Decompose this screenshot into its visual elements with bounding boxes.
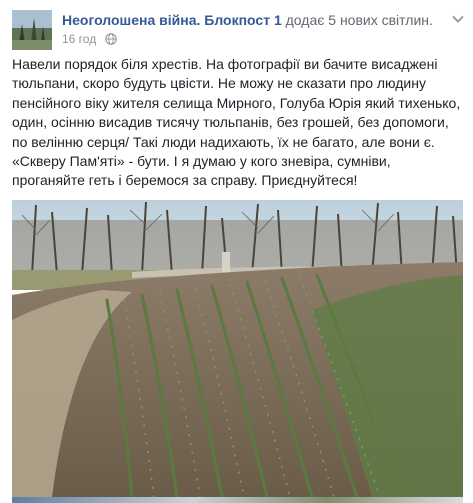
author-link[interactable]: Неоголошена війна. Блокпост 1 (62, 12, 282, 28)
post-title-line: Неоголошена війна. Блокпост 1 додає 5 но… (62, 11, 465, 29)
post-timestamp[interactable]: 16 год (62, 32, 96, 46)
post-text: Навели порядок біля хрестів. На фотограф… (12, 56, 461, 189)
post-photo[interactable] (12, 200, 463, 497)
avatar-image (12, 10, 52, 50)
chevron-down-icon[interactable] (451, 12, 465, 26)
globe-icon (104, 33, 117, 49)
facebook-post: Неоголошена війна. Блокпост 1 додає 5 но… (0, 0, 473, 503)
next-photo-strip[interactable] (12, 497, 463, 503)
page-avatar[interactable] (12, 10, 52, 50)
post-header: Неоголошена війна. Блокпост 1 додає 5 но… (12, 10, 465, 50)
tulip-field-photo (12, 200, 463, 497)
post-action-text: додає 5 нових світлин. (285, 12, 433, 28)
post-meta: 16 год (62, 31, 117, 49)
